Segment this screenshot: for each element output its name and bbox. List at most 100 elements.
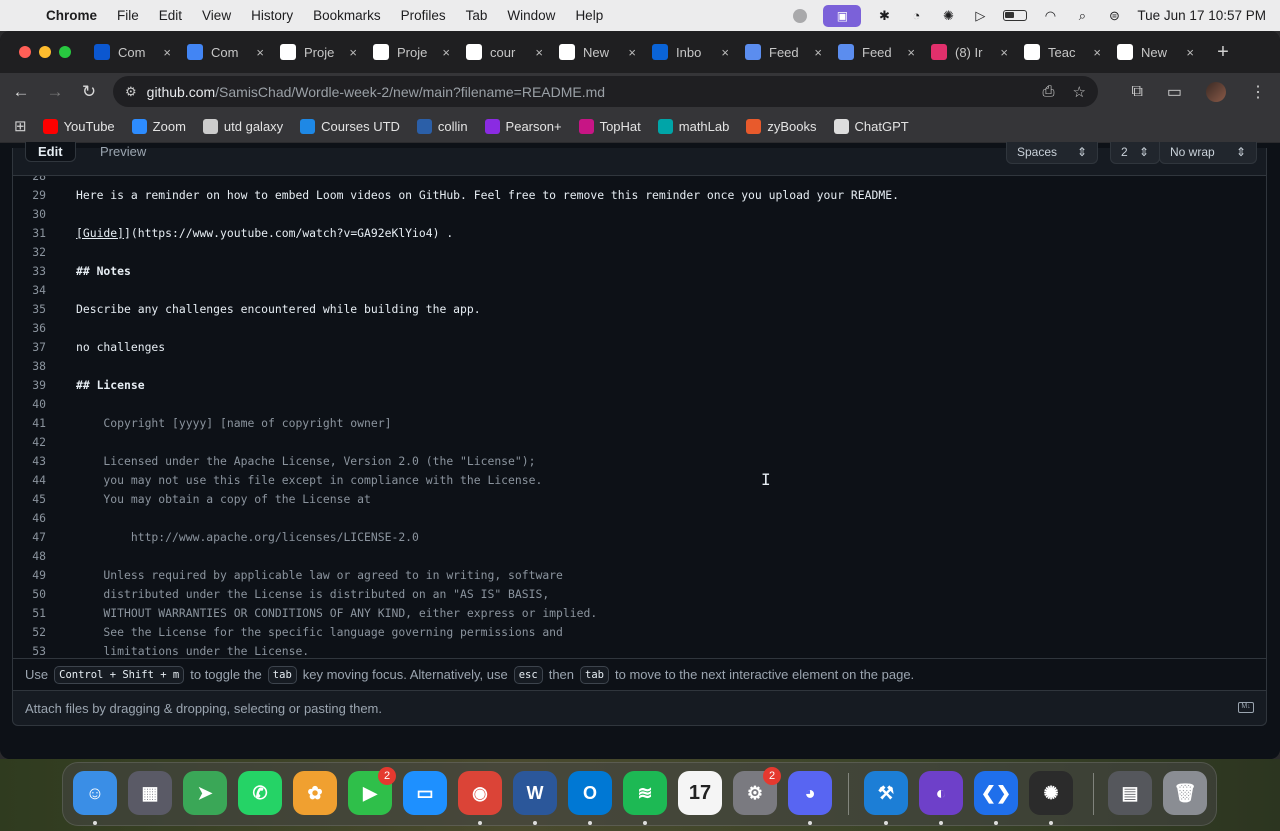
browser-tab[interactable]: New × (1109, 37, 1202, 67)
close-tab-icon[interactable]: × (442, 45, 450, 60)
chatgpt-tray-icon[interactable]: ✺ (939, 8, 957, 24)
screenshot-dock-icon[interactable]: ▤ (1108, 771, 1152, 815)
wifi-icon[interactable]: ◠ (1041, 8, 1059, 24)
menu-item-history[interactable]: History (241, 8, 303, 23)
tray-app-icon[interactable]: ✱ (875, 8, 893, 24)
browser-tab[interactable]: New × (551, 37, 644, 67)
bookmark-item[interactable]: Zoom (131, 118, 186, 134)
whatsapp-dock-icon[interactable]: ✆ (238, 771, 282, 815)
bookmark-item[interactable]: TopHat (578, 118, 641, 134)
xcode-dock-icon[interactable]: ⚒ (864, 771, 908, 815)
address-url[interactable]: github.com/SamisChad/Wordle-week-2/new/m… (147, 84, 605, 100)
finder-dock-icon[interactable]: ☺ (73, 771, 117, 815)
reload-icon[interactable]: ↻ (72, 82, 106, 102)
bookmark-item[interactable]: zyBooks (746, 118, 817, 134)
back-arrow-icon[interactable]: ← (4, 82, 38, 102)
address-bar[interactable]: ⚙ github.com/SamisChad/Wordle-week-2/new… (113, 76, 1098, 107)
browser-tab[interactable]: cour × (458, 37, 551, 67)
code-editor[interactable]: 28 29 Here is a reminder on how to embed L… (12, 176, 1267, 658)
menu-item-window[interactable]: Window (497, 8, 565, 23)
extensions-puzzle-icon[interactable]: ⧉ (1131, 83, 1142, 101)
keynote-dock-icon[interactable]: ▭ (403, 771, 447, 815)
trash-dock-icon[interactable]: 🗑 (1163, 771, 1207, 815)
menu-item-tab[interactable]: Tab (456, 8, 498, 23)
tray-disc-icon[interactable]: ◔ (907, 8, 925, 24)
new-tab-button[interactable]: + (1208, 41, 1238, 64)
browser-tab[interactable]: Com × (179, 37, 272, 67)
indent-size-select[interactable]: 2 ⇕ (1110, 142, 1160, 164)
browser-tab[interactable]: Proje × (365, 37, 458, 67)
chrome-menu-icon[interactable]: ⋮ (1250, 82, 1266, 102)
chatgpt-dock-icon[interactable]: ✺ (1029, 771, 1073, 815)
menu-item-file[interactable]: File (107, 8, 149, 23)
bookmark-item[interactable]: collin (416, 118, 468, 134)
spotify-dock-icon[interactable]: ≋ (623, 771, 667, 815)
wrap-mode-select[interactable]: No wrap ⇕ (1159, 142, 1257, 164)
browser-tab[interactable]: Feed × (830, 37, 923, 67)
browser-tab[interactable]: (8) Ir × (923, 37, 1016, 67)
close-tab-icon[interactable]: × (1000, 45, 1008, 60)
line-text: http://www.apache.org/licenses/LICENSE-2… (76, 530, 419, 544)
bookmark-star-icon[interactable]: ☆ (1073, 83, 1086, 101)
chrome-dock-icon[interactable]: ◉ (458, 771, 502, 815)
browser-tab[interactable]: Com × (86, 37, 179, 67)
browser-tab[interactable]: Inbo × (644, 37, 737, 67)
menu-item-profiles[interactable]: Profiles (391, 8, 456, 23)
menu-item-chrome[interactable]: Chrome (46, 8, 107, 23)
close-tab-icon[interactable]: × (256, 45, 264, 60)
menu-item-view[interactable]: View (192, 8, 241, 23)
launchpad-dock-icon[interactable]: ▦ (128, 771, 172, 815)
site-info-icon[interactable]: ⚙ (125, 84, 137, 100)
vscode-dock-icon[interactable]: ❮❯ (974, 771, 1018, 815)
github-desktop-dock-icon[interactable]: ◐ (919, 771, 963, 815)
install-app-icon[interactable]: ⎙ (1043, 83, 1055, 100)
close-tab-icon[interactable]: × (349, 45, 357, 60)
outlook-dock-icon[interactable]: O (568, 771, 612, 815)
menu-item-bookmarks[interactable]: Bookmarks (303, 8, 391, 23)
spotlight-search-icon[interactable]: ⌕ (1073, 8, 1091, 24)
photos-dock-icon[interactable]: ✿ (293, 771, 337, 815)
record-indicator-icon[interactable] (791, 8, 809, 24)
zoom-window-button[interactable] (59, 46, 71, 58)
bookmark-item[interactable]: Courses UTD (300, 118, 400, 134)
close-tab-icon[interactable]: × (1093, 45, 1101, 60)
indent-mode-select[interactable]: Spaces ⇕ (1006, 142, 1098, 164)
menu-item-edit[interactable]: Edit (149, 8, 192, 23)
play-tray-icon[interactable]: ▷ (971, 8, 989, 24)
menu-item-help[interactable]: Help (565, 8, 613, 23)
side-panel-icon[interactable]: ▭ (1167, 82, 1182, 102)
system-settings-dock-icon[interactable]: ⚙ 2 (733, 767, 781, 815)
bookmark-item[interactable]: YouTube (42, 118, 115, 134)
profile-avatar[interactable] (1206, 81, 1226, 102)
menubar-clock[interactable]: Tue Jun 17 10:57 PM (1137, 8, 1266, 23)
bookmark-item[interactable]: ChatGPT (833, 118, 909, 134)
maps-dock-icon[interactable]: ➤ (183, 771, 227, 815)
close-window-button[interactable] (19, 46, 31, 58)
screen-record-icon[interactable]: ▣ (823, 4, 862, 27)
word-dock-icon[interactable]: W (513, 771, 557, 815)
close-tab-icon[interactable]: × (907, 45, 915, 60)
close-tab-icon[interactable]: × (628, 45, 636, 60)
close-tab-icon[interactable]: × (814, 45, 822, 60)
attach-files-bar[interactable]: Attach files by dragging & dropping, sel… (12, 691, 1267, 726)
tab-preview[interactable]: Preview (88, 142, 158, 162)
bookmark-item[interactable]: utd galaxy (202, 118, 283, 134)
browser-tab[interactable]: Teac × (1016, 37, 1109, 67)
control-center-icon[interactable]: ⊜ (1105, 8, 1123, 24)
bookmark-item[interactable]: Pearson+ (484, 118, 562, 134)
close-tab-icon[interactable]: × (721, 45, 729, 60)
bookmark-item[interactable]: mathLab (657, 118, 729, 134)
calendar-dock-icon[interactable]: 17 (678, 771, 722, 815)
discord-dock-icon[interactable]: ◕ (788, 771, 832, 815)
battery-icon[interactable] (1003, 10, 1028, 21)
minimize-window-button[interactable] (39, 46, 51, 58)
close-tab-icon[interactable]: × (1186, 45, 1194, 60)
forward-arrow-icon[interactable]: → (38, 82, 72, 102)
facetime-dock-icon[interactable]: ▶ 2 (348, 767, 396, 815)
apps-grid-icon[interactable]: ⊞ (14, 117, 27, 135)
close-tab-icon[interactable]: × (535, 45, 543, 60)
browser-tab[interactable]: Proje × (272, 37, 365, 67)
tab-edit[interactable]: Edit (25, 142, 76, 162)
browser-tab[interactable]: Feed × (737, 37, 830, 67)
close-tab-icon[interactable]: × (163, 45, 171, 60)
